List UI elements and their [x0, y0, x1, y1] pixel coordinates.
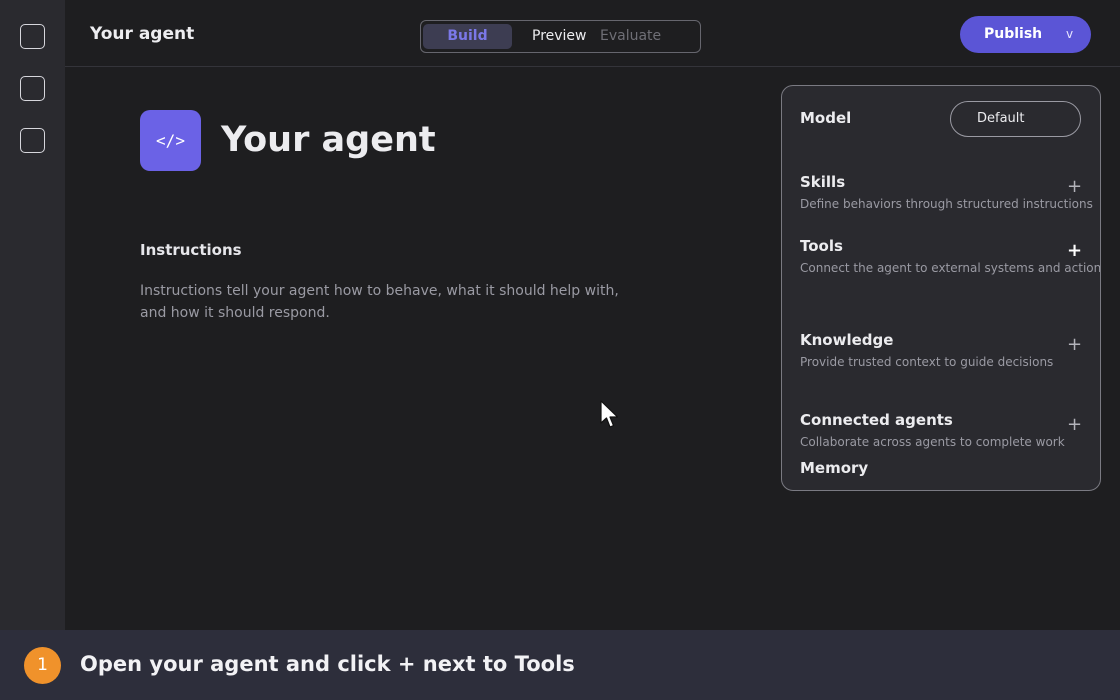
page-title: Your agent [221, 120, 436, 160]
add-connected-agent-plus-icon[interactable]: + [1067, 416, 1082, 434]
add-skill-plus-icon[interactable]: + [1067, 178, 1082, 196]
tools-description: Connect the agent to external systems an… [800, 261, 1101, 275]
add-knowledge-plus-icon[interactable]: + [1067, 336, 1082, 354]
chevron-down-icon[interactable]: v [1066, 27, 1073, 41]
publish-label: Publish [984, 26, 1043, 42]
instructions-input[interactable]: Instructions tell your agent how to beha… [140, 280, 620, 324]
header-agent-title: Your agent [90, 24, 195, 44]
model-select[interactable]: Default [950, 101, 1081, 137]
instructions-heading: Instructions [140, 241, 242, 259]
model-label: Model [800, 109, 852, 127]
add-tool-plus-icon[interactable]: + [1067, 242, 1082, 260]
tab-evaluate[interactable]: Evaluate [600, 24, 661, 49]
memory-label: Memory [800, 459, 869, 477]
step-number-badge: 1 [24, 647, 61, 684]
mode-tabs: Build Preview Evaluate [420, 20, 701, 53]
rail-square-icon-1[interactable] [20, 24, 45, 49]
mouse-cursor-icon [600, 400, 619, 428]
connected-agents-description: Collaborate across agents to complete wo… [800, 435, 1065, 449]
publish-button[interactable]: Publish v [960, 16, 1091, 53]
knowledge-description: Provide trusted context to guide decisio… [800, 355, 1054, 369]
skills-label: Skills [800, 173, 846, 191]
tab-preview[interactable]: Preview [532, 24, 587, 49]
skills-description: Define behaviors through structured inst… [800, 197, 1093, 211]
tools-label: Tools [800, 237, 843, 255]
left-rail [0, 0, 65, 630]
tab-build[interactable]: Build [423, 24, 512, 49]
connected-agents-label: Connected agents [800, 411, 953, 429]
code-icon: </> [140, 110, 201, 171]
agent-config-panel: Model Default Skills Define behaviors th… [781, 85, 1101, 491]
rail-square-icon-2[interactable] [20, 76, 45, 101]
step-instruction: Open your agent and click + next to Tool… [80, 652, 575, 676]
app-window: Your agent Build Preview Evaluate Publis… [0, 0, 1120, 700]
rail-square-icon-3[interactable] [20, 128, 45, 153]
top-header: Your agent Build Preview Evaluate Publis… [65, 0, 1120, 67]
instruction-banner: 1 Open your agent and click + next to To… [0, 630, 1120, 700]
knowledge-label: Knowledge [800, 331, 894, 349]
